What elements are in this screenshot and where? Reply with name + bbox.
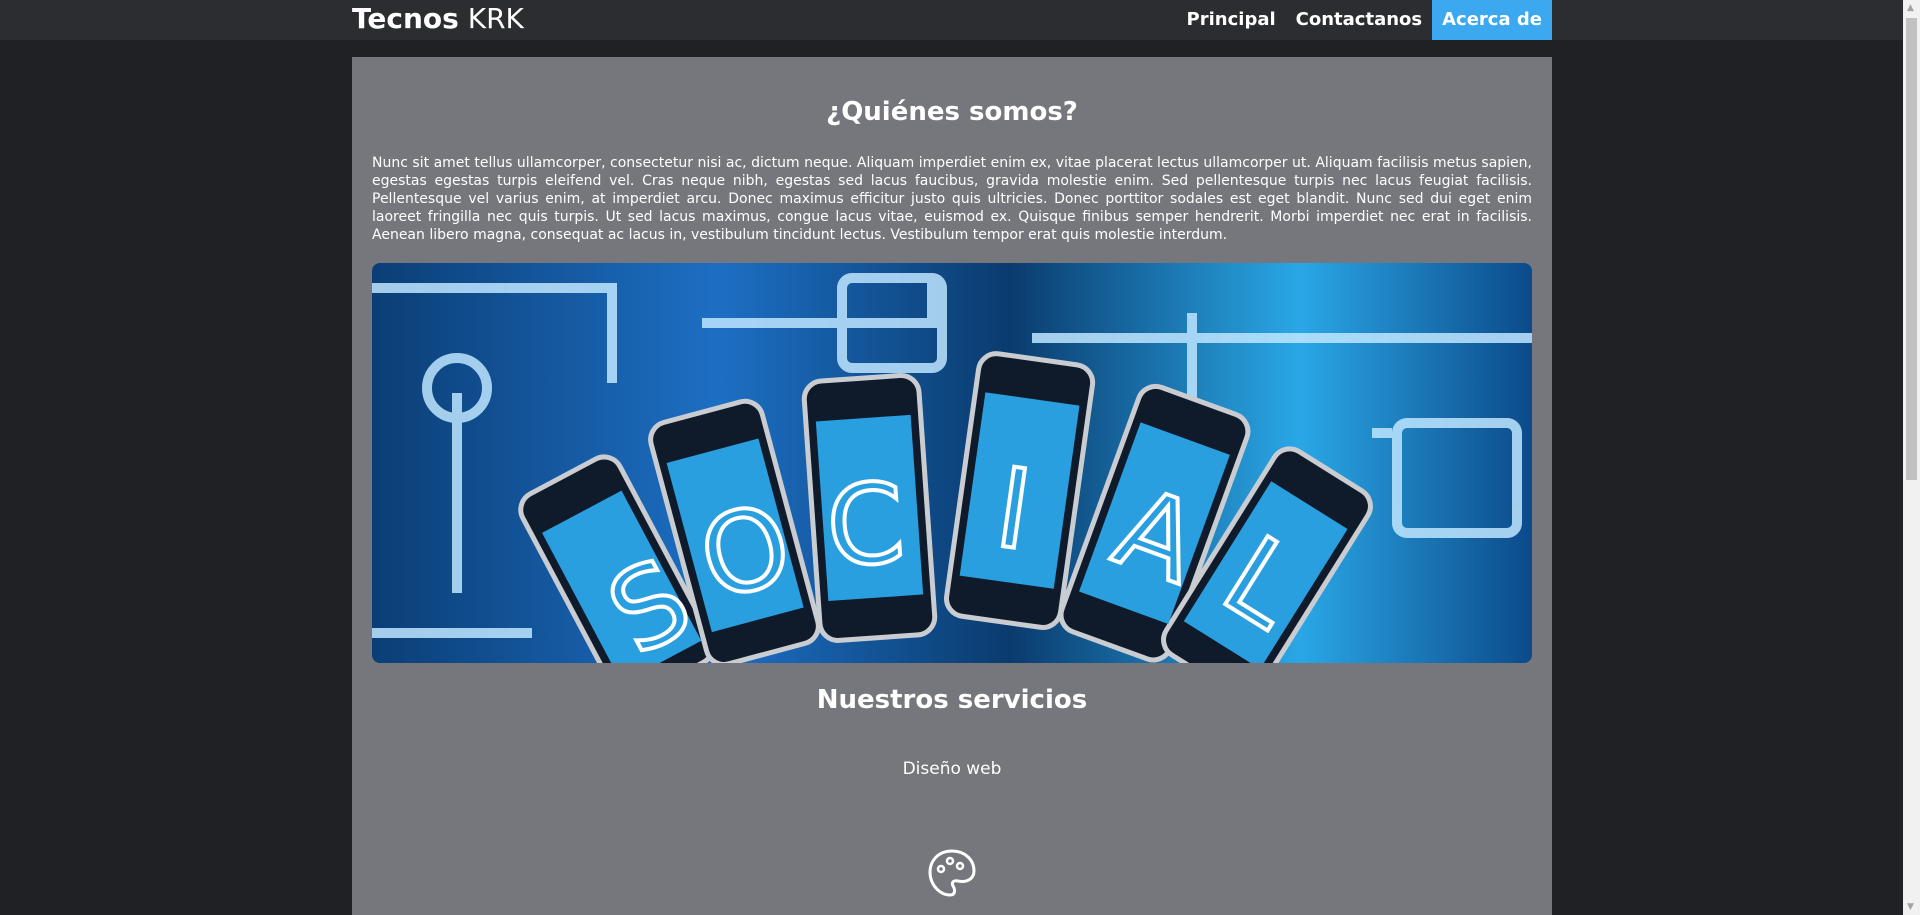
brand-name: Tecnos bbox=[352, 2, 459, 35]
about-title: ¿Quiénes somos? bbox=[826, 97, 1078, 127]
content-card: ¿Quiénes somos? Nunc sit amet tellus ull… bbox=[352, 57, 1552, 915]
palette-icon bbox=[928, 849, 976, 897]
image-letter: C bbox=[823, 459, 909, 592]
about-text: Nunc sit amet tellus ullamcorper, consec… bbox=[372, 155, 1532, 243]
brand-logo[interactable]: Tecnos KRK bbox=[352, 0, 524, 40]
nav-link-principal[interactable]: Principal bbox=[1177, 0, 1286, 40]
brand-suffix: KRK bbox=[467, 2, 524, 35]
service-label: Diseño web bbox=[902, 759, 1002, 779]
scroll-down-icon[interactable]: ▼ bbox=[1907, 902, 1914, 912]
navbar: Tecnos KRK Principal Contactanos Acerca … bbox=[0, 0, 1903, 40]
social-hero-image: S O C I A L bbox=[372, 263, 1532, 663]
nav-link-acerca-de[interactable]: Acerca de bbox=[1432, 0, 1552, 40]
nav-links: Principal Contactanos Acerca de bbox=[1177, 0, 1552, 40]
services-title: Nuestros servicios bbox=[816, 685, 1088, 715]
scrollbar-thumb[interactable] bbox=[1906, 18, 1917, 480]
scrollbar[interactable]: ▲ ▼ bbox=[1903, 0, 1920, 915]
nav-link-contactanos[interactable]: Contactanos bbox=[1286, 0, 1432, 40]
scroll-up-icon[interactable]: ▲ bbox=[1907, 3, 1914, 13]
